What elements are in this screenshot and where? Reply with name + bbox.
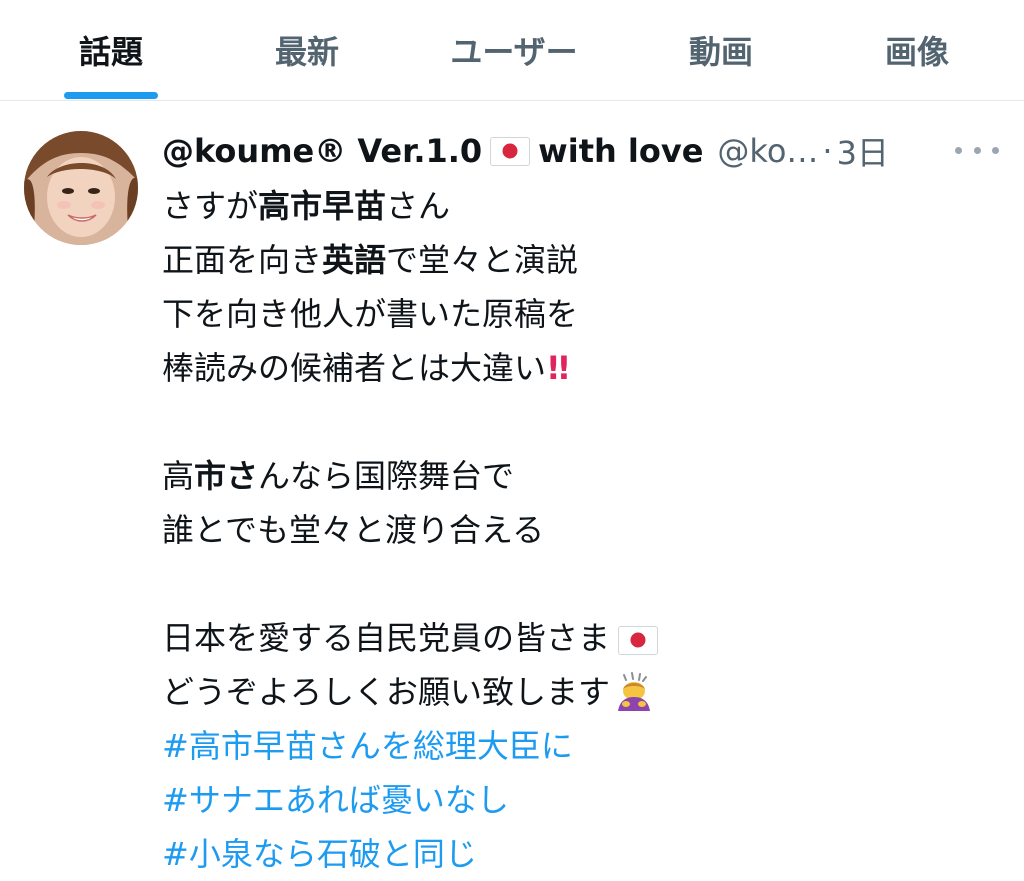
text-line: 正面を向き英語で堂々と演説 [162, 233, 992, 287]
tweet-header: @koume® Ver.1.0 with love @ko… · 3日 [162, 129, 962, 173]
text-span: どうぞよろしくお願い致します [162, 673, 611, 711]
text-span: 正面を向き [162, 241, 323, 279]
hashtag-link[interactable]: #小泉なら石破と同じ [162, 827, 992, 881]
hashtag-link[interactable]: #サナエあれば憂いなし [162, 773, 992, 827]
display-name[interactable]: @koume® Ver.1.0 [162, 132, 482, 170]
double-exclamation-icon: !! [546, 349, 571, 387]
active-tab-indicator [64, 92, 158, 99]
avatar[interactable] [24, 131, 138, 245]
text-span: 高 [162, 457, 195, 495]
text-line: 下を向き他人が書いた原稿を [162, 295, 579, 333]
text-line: 日本を愛する自民党員の皆さま [162, 611, 992, 665]
text-span-bold: 市さ [194, 457, 259, 495]
text-span: 日本を愛する自民党員の皆さま [162, 619, 611, 657]
text-span: んなら国際舞台で [258, 457, 515, 495]
tab-people[interactable]: ユーザー [436, 0, 592, 100]
person-bowing-icon [618, 672, 651, 711]
separator-dot: · [822, 132, 833, 170]
text-line: さすが高市早苗さん [162, 179, 992, 233]
tab-top[interactable]: 話題 [62, 0, 160, 100]
more-horizontal-icon[interactable] [955, 137, 999, 163]
user-handle[interactable]: @ko… [717, 132, 818, 170]
tab-bar: 話題 最新 ユーザー 動画 画像 [0, 0, 1024, 101]
text-span: さすが [162, 187, 259, 225]
display-name-suffix[interactable]: with love [538, 132, 703, 170]
text-span: 棒読みの候補者とは大違い [162, 349, 547, 387]
japan-flag-icon [618, 625, 659, 655]
tab-images[interactable]: 画像 [868, 0, 966, 100]
avatar-image [24, 131, 138, 245]
text-span: で堂々と演説 [386, 241, 579, 279]
tweet-text: さすが高市早苗さん 正面を向き英語で堂々と演説 下を向き他人が書いた原稿を 棒読… [162, 179, 992, 881]
japan-flag-icon [490, 136, 531, 166]
text-line: 高市さんなら国際舞台で [162, 449, 992, 503]
text-line: 誰とでも堂々と渡り合える [162, 511, 545, 549]
hashtag-link[interactable]: #高市早苗さんを総理大臣に [162, 719, 992, 773]
tweet[interactable]: @koume® Ver.1.0 with love @ko… · 3日 さすが高… [0, 101, 1024, 873]
text-span: さん [386, 187, 451, 225]
tab-videos[interactable]: 動画 [672, 0, 770, 100]
text-span-bold: 英語 [322, 241, 387, 279]
text-line: どうぞよろしくお願い致します [162, 665, 992, 719]
timestamp[interactable]: 3日 [837, 128, 889, 174]
text-span-bold: 高市早苗 [258, 187, 387, 225]
text-line: 棒読みの候補者とは大違い!! [162, 341, 992, 395]
tab-latest[interactable]: 最新 [258, 0, 356, 100]
